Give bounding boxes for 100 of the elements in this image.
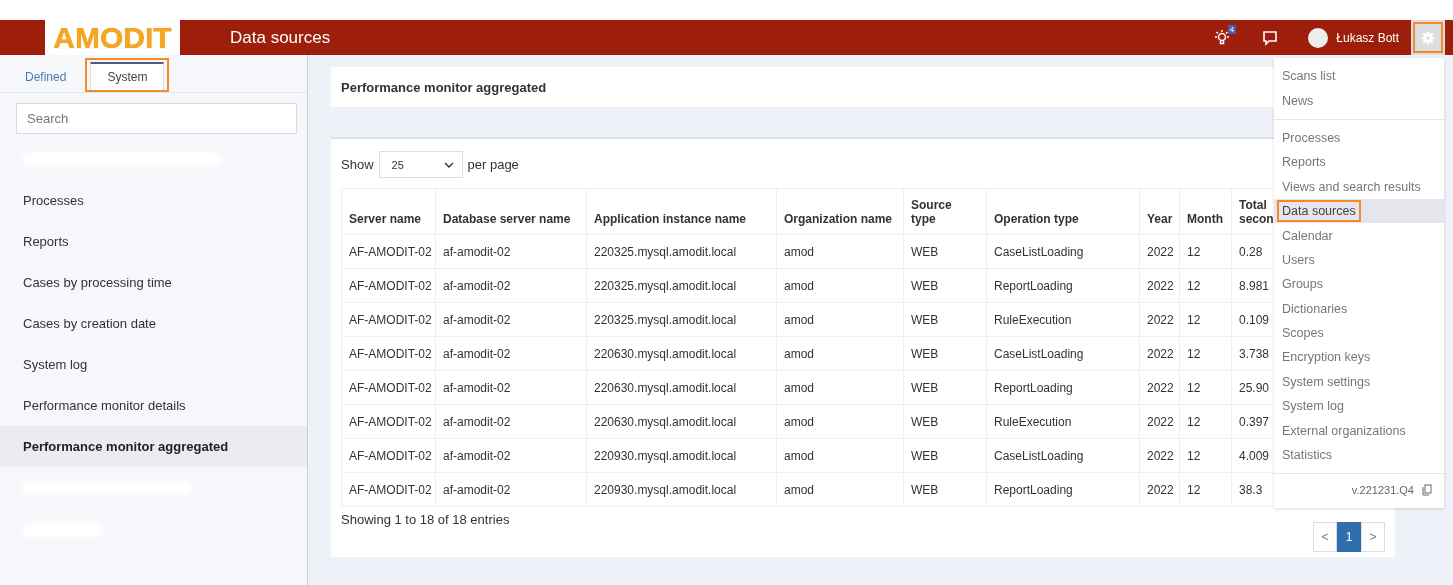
table-cell: RuleExecution xyxy=(986,404,1140,439)
menu-item[interactable]: Views and search results xyxy=(1274,174,1444,199)
table-cell: af-amodit-02 xyxy=(435,370,587,405)
table-cell: 12 xyxy=(1179,404,1232,439)
menu-item[interactable]: Scans list xyxy=(1274,64,1444,89)
user-name[interactable]: Łukasz Bott xyxy=(1336,30,1399,45)
table-cell: ReportLoading xyxy=(986,268,1140,303)
table-cell: amod xyxy=(776,336,904,371)
sidebar-item[interactable]: Reports xyxy=(0,221,307,262)
table-cell: 220630.mysql.amodit.local xyxy=(586,370,777,405)
menu-item[interactable]: Scopes xyxy=(1274,320,1444,346)
column-header: Database server name xyxy=(435,188,587,235)
highlight-frame: System log xyxy=(1279,397,1347,416)
table-cell: 2022 xyxy=(1139,336,1180,371)
table-cell: 12 xyxy=(1179,438,1232,473)
sidebar-item[interactable]: Processes xyxy=(0,180,307,221)
menu-item[interactable]: Statistics xyxy=(1274,442,1444,468)
show-label: Show xyxy=(341,157,374,172)
table-cell: amod xyxy=(776,404,904,439)
version-label: v.221231.Q4 xyxy=(1351,484,1414,497)
table-cell: ReportLoading xyxy=(986,472,1140,507)
table-cell: amod xyxy=(776,268,904,303)
highlight-frame: Scopes xyxy=(1279,324,1327,343)
chat-icon[interactable] xyxy=(1262,29,1279,46)
table-cell: WEB xyxy=(903,234,987,269)
table-cell: amod xyxy=(776,472,904,507)
highlight-frame: Views and search results xyxy=(1279,177,1424,196)
sidebar-item[interactable]: Cases by processing time xyxy=(0,262,307,303)
highlight-frame: System settings xyxy=(1279,372,1374,391)
table-cell: AF-AMODIT-02 xyxy=(341,472,436,507)
table-cell: 2022 xyxy=(1139,438,1180,473)
menu-item[interactable]: News xyxy=(1274,88,1444,113)
lightbulb-icon[interactable] xyxy=(1212,28,1231,47)
sidebar-item[interactable]: Cases by creation date xyxy=(0,303,307,344)
sidebar-item[interactable]: System log xyxy=(0,344,307,385)
table-cell: 2022 xyxy=(1139,302,1180,337)
settings-icon xyxy=(1421,30,1435,45)
menu-item[interactable]: Users xyxy=(1274,247,1444,273)
table-cell: AF-AMODIT-02 xyxy=(341,404,436,439)
entries-info: Showing 1 to 18 of 18 entries xyxy=(341,512,510,527)
page-button[interactable]: > xyxy=(1361,522,1385,552)
avatar[interactable] xyxy=(1308,27,1329,48)
tab[interactable]: System xyxy=(90,62,165,90)
column-header: Year xyxy=(1139,188,1180,235)
table-cell: 12 xyxy=(1179,370,1232,405)
table-cell: af-amodit-02 xyxy=(435,268,587,303)
table-cell: WEB xyxy=(903,438,987,473)
menu-item[interactable]: System settings xyxy=(1274,369,1444,395)
column-header: Operation type xyxy=(986,188,1140,235)
highlight-frame: Statistics xyxy=(1279,446,1335,465)
table-cell: WEB xyxy=(903,370,987,405)
tab[interactable]: Defined xyxy=(13,64,79,90)
page-title: Data sources xyxy=(230,27,331,48)
table-cell: 2022 xyxy=(1139,234,1180,269)
page-size-select[interactable]: 25 xyxy=(378,151,463,178)
menu-item[interactable]: Calendar xyxy=(1274,223,1444,248)
per-page-label: per page xyxy=(467,157,519,172)
highlight-frame: Scans list xyxy=(1279,67,1339,86)
card-title: Performance monitor aggregated xyxy=(341,79,547,95)
table-cell: 2022 xyxy=(1139,268,1180,303)
table-cell: 220325.mysql.amodit.local xyxy=(586,302,777,337)
page-button[interactable]: 1 xyxy=(1337,522,1361,552)
menu-item[interactable]: Reports xyxy=(1274,150,1444,175)
menu-item[interactable]: Processes xyxy=(1274,125,1444,151)
table-cell: 12 xyxy=(1179,234,1232,269)
table-cell: amod xyxy=(776,234,904,269)
table-cell: WEB xyxy=(903,302,987,337)
table-cell: AF-AMODIT-02 xyxy=(341,370,436,405)
highlight-frame: Dictionaries xyxy=(1279,299,1351,318)
copy-icon[interactable] xyxy=(1422,484,1432,497)
table-cell: ReportLoading xyxy=(986,370,1140,405)
notification-badge: 4 xyxy=(1227,24,1237,34)
table-cell: 2022 xyxy=(1139,370,1180,405)
table-cell: 2022 xyxy=(1139,472,1180,507)
menu-item[interactable]: Dictionaries xyxy=(1274,296,1444,321)
table-cell: RuleExecution xyxy=(986,302,1140,337)
table-cell: 220930.mysql.amodit.local xyxy=(586,438,777,473)
page-button[interactable]: < xyxy=(1313,522,1337,552)
table-cell: 220325.mysql.amodit.local xyxy=(586,234,777,269)
sidebar-item[interactable]: Performance monitor aggregated xyxy=(0,426,307,467)
table-cell: AF-AMODIT-02 xyxy=(341,268,436,303)
sidebar-item[interactable]: Performance monitor details xyxy=(0,385,307,426)
table-cell: 12 xyxy=(1179,336,1232,371)
table-cell: 2022 xyxy=(1139,404,1180,439)
table-cell: af-amodit-02 xyxy=(435,234,587,269)
table-cell: 220930.mysql.amodit.local xyxy=(586,472,777,507)
menu-item[interactable]: Data sources xyxy=(1274,198,1444,224)
menu-item[interactable]: Encryption keys xyxy=(1274,345,1444,370)
menu-item[interactable]: External organizations xyxy=(1274,418,1444,443)
table-cell: CaseListLoading xyxy=(986,336,1140,371)
search-field[interactable]: Search xyxy=(16,103,297,134)
highlight-frame: Calendar xyxy=(1279,226,1336,245)
menu-item[interactable]: System log xyxy=(1274,394,1444,419)
table-cell: 12 xyxy=(1179,302,1232,337)
table-cell: 220630.mysql.amodit.local xyxy=(586,336,777,371)
menu-item[interactable]: Groups xyxy=(1274,272,1444,297)
column-header: Month xyxy=(1179,188,1232,235)
table-cell: 220630.mysql.amodit.local xyxy=(586,404,777,439)
table-cell: WEB xyxy=(903,404,987,439)
table-cell: af-amodit-02 xyxy=(435,404,587,439)
